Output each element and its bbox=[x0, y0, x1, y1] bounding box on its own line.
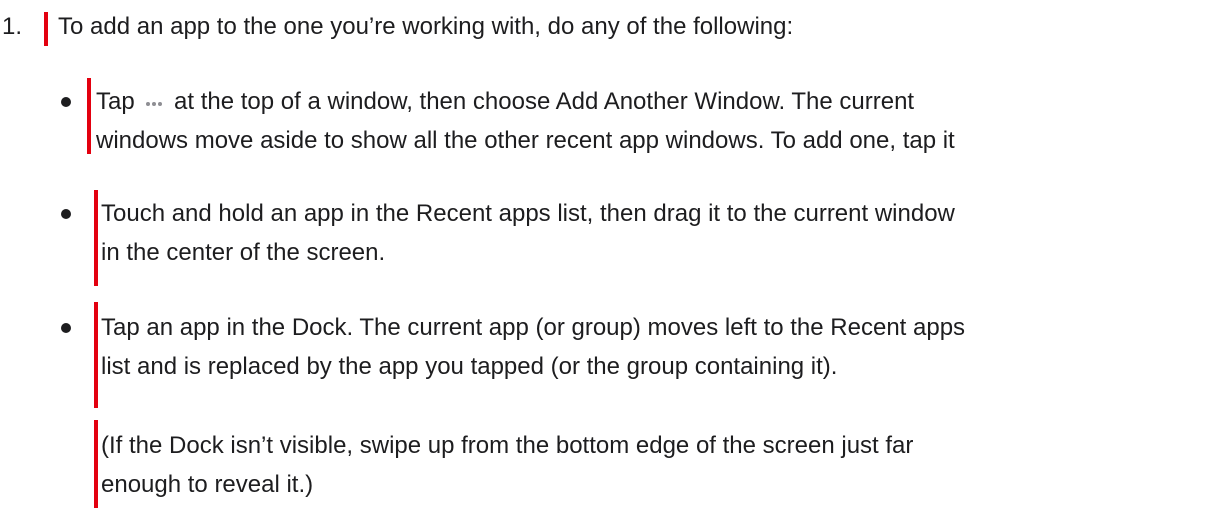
change-marker bbox=[94, 302, 98, 408]
change-marker bbox=[44, 12, 48, 46]
bullet-1-line-1: Tap at the top of a window, then choose … bbox=[96, 85, 914, 119]
step-number: 1. bbox=[2, 13, 23, 40]
step-text: To add an app to the one you’re working … bbox=[58, 13, 794, 40]
bullet-2-line-1: Touch and hold an app in the Recent apps… bbox=[101, 200, 955, 227]
bullet-1-tap-text: Tap bbox=[96, 88, 135, 115]
bullet-dot bbox=[61, 323, 71, 333]
change-marker bbox=[87, 78, 91, 154]
bullet-2-line-2: in the center of the screen. bbox=[101, 239, 386, 266]
change-marker bbox=[94, 190, 98, 286]
bullet-1-line-1-rest: at the top of a window, then choose Add … bbox=[174, 88, 915, 115]
more-icon bbox=[143, 86, 165, 120]
bullet-3-line-2: list and is replaced by the app you tapp… bbox=[101, 353, 838, 380]
note-line-1: (If the Dock isn’t visible, swipe up fro… bbox=[101, 432, 914, 459]
note-line-2: enough to reveal it.) bbox=[101, 471, 314, 498]
bullet-dot bbox=[61, 97, 71, 107]
bullet-1-line-2: windows move aside to show all the other… bbox=[96, 127, 955, 154]
change-marker bbox=[94, 420, 98, 508]
bullet-3-line-1: Tap an app in the Dock. The current app … bbox=[101, 314, 966, 341]
bullet-dot bbox=[61, 209, 71, 219]
